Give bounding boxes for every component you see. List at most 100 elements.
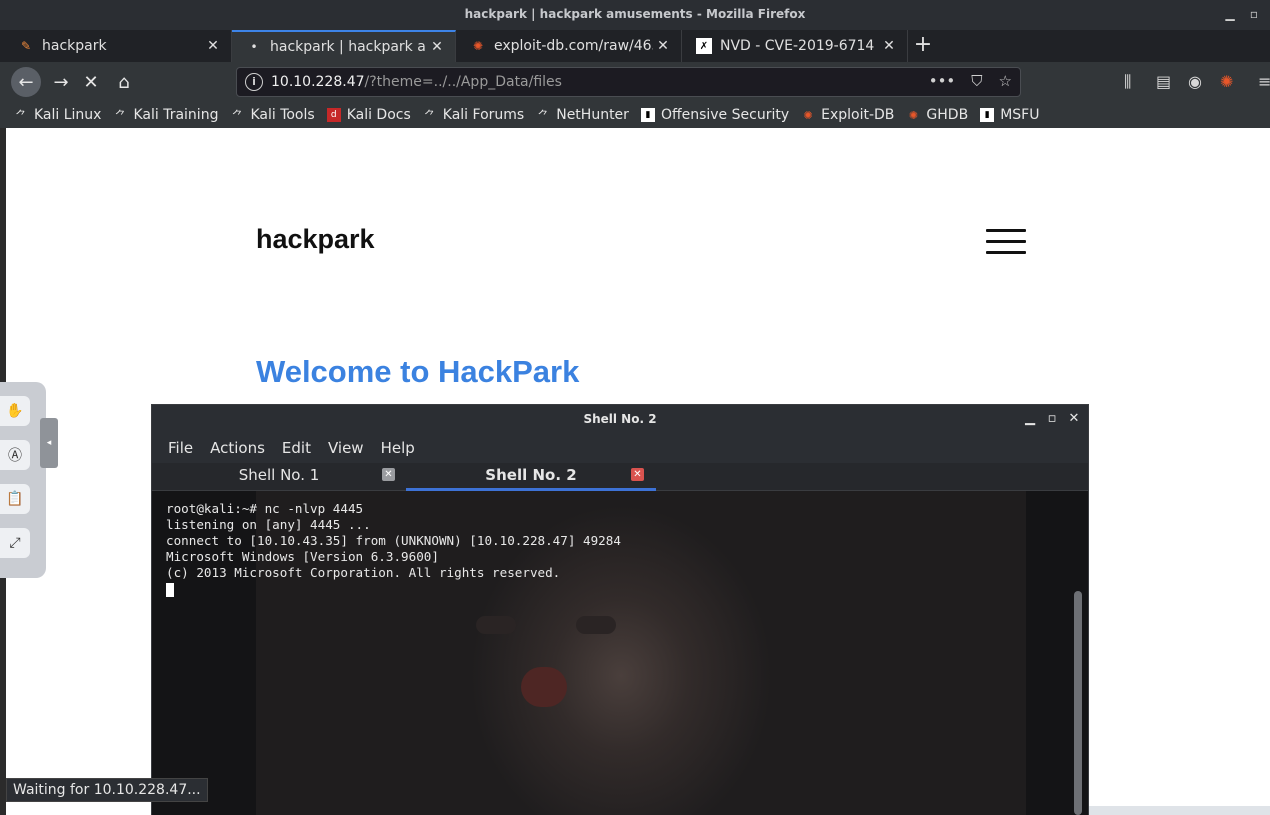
sidebar-icon[interactable]: ▤	[1156, 72, 1171, 91]
window-titlebar: hackpark | hackpark amusements - Mozilla…	[0, 0, 1270, 30]
fullscreen-icon[interactable]: ⤢	[0, 528, 30, 558]
close-icon[interactable]: ✕	[631, 468, 644, 481]
background-page-strip	[1089, 806, 1270, 815]
terminal-tab-shell-2[interactable]: Shell No. 2 ✕	[406, 463, 656, 491]
exploit-db-icon: ✺	[472, 39, 484, 53]
tab-hackpark[interactable]: ✎ hackpark ✕	[4, 30, 232, 62]
tab-label: NVD - CVE-2019-6714	[720, 38, 875, 54]
bookmark-exploit-db[interactable]: ✺ Exploit-DB	[801, 107, 895, 123]
msfu-icon: ▮	[980, 108, 995, 122]
clown-nose	[521, 667, 567, 707]
bookmark-label: Kali Training	[133, 107, 219, 123]
terminal-window: Shell No. 2 ▁ ▫ ✕ File Actions Edit View…	[151, 404, 1089, 815]
welcome-heading: Welcome to HackPark	[256, 354, 580, 389]
keyboard-icon[interactable]: Ⓐ	[0, 440, 30, 470]
terminal-screen[interactable]: root@kali:~# nc -nlvp 4445 listening on …	[152, 491, 1088, 815]
bookmark-label: Kali Forums	[442, 107, 525, 123]
tab-hackpark-amusements[interactable]: • hackpark | hackpark amusements ✕	[232, 30, 456, 62]
terminal-menubar: File Actions Edit View Help	[152, 433, 1088, 463]
library-icon[interactable]: ⫼	[1124, 72, 1131, 92]
docs-icon: d	[326, 108, 341, 122]
bookmark-offensive-security[interactable]: ▮ Offensive Security	[640, 107, 790, 123]
pen-icon: ✎	[20, 39, 32, 53]
close-tab-icon[interactable]: ✕	[653, 38, 673, 54]
extension-icon[interactable]: ✺	[1220, 72, 1233, 91]
url-bar[interactable]: i 10.10.228.47 /?theme=../../App_Data/fi…	[236, 67, 1021, 97]
tab-label: exploit-db.com/raw/46353	[494, 38, 653, 54]
bookmark-ghdb[interactable]: ✺ GHDB	[906, 107, 968, 123]
bookmark-kali-linux[interactable]: ⺈ Kali Linux	[14, 107, 102, 123]
terminal-maximize-button[interactable]: ▫	[1044, 411, 1060, 426]
panel-collapse-handle[interactable]: ◂	[40, 418, 58, 468]
close-icon[interactable]: ✕	[382, 468, 395, 481]
menu-view[interactable]: View	[328, 439, 364, 457]
bookmark-label: Kali Tools	[250, 107, 315, 123]
site-title[interactable]: hackpark	[256, 224, 375, 255]
bookmark-label: GHDB	[926, 107, 969, 123]
stop-button[interactable]: ✕	[76, 67, 106, 97]
new-tab-button[interactable]: +	[910, 30, 936, 62]
terminal-minimize-button[interactable]: ▁	[1022, 411, 1038, 426]
clown-eye	[576, 616, 616, 634]
menu-edit[interactable]: Edit	[282, 439, 311, 457]
menu-icon[interactable]: ≡	[1258, 72, 1270, 91]
bookmark-label: Kali Docs	[346, 107, 411, 123]
menu-file[interactable]: File	[168, 439, 193, 457]
bookmarks-toolbar: ⺈ Kali Linux ⺈ Kali Training ⺈ Kali Tools d…	[0, 102, 1270, 128]
status-text: Waiting for 10.10.228.47...	[6, 778, 208, 802]
terminal-tab-bar: Shell No. 1 ✕ Shell No. 2 ✕	[152, 463, 1088, 491]
clown-eye	[476, 616, 516, 634]
back-button[interactable]: ←	[11, 67, 41, 97]
tab-nvd[interactable]: ✗ NVD - CVE-2019-6714 ✕	[682, 30, 908, 62]
terminal-cursor	[166, 583, 174, 597]
terminal-output: root@kali:~# nc -nlvp 4445 listening on …	[166, 501, 621, 580]
floating-side-panel: ✋ Ⓐ 📋 ⤢	[0, 382, 46, 578]
terminal-title: Shell No. 2	[152, 405, 1088, 433]
terminal-tab-label: Shell No. 1	[238, 466, 320, 484]
hamburger-menu-icon[interactable]	[986, 229, 1026, 255]
exploit-db-icon: ✺	[803, 108, 813, 122]
page-actions-icon[interactable]: •••	[929, 72, 956, 90]
bookmark-kali-docs[interactable]: d Kali Docs	[326, 107, 411, 123]
minimize-button[interactable]: ▁	[1222, 6, 1238, 22]
maximize-button[interactable]: ▫	[1246, 6, 1262, 22]
dot-icon: •	[250, 40, 258, 54]
bookmark-label: Exploit-DB	[821, 107, 895, 123]
clipboard-icon[interactable]: 📋	[0, 484, 30, 514]
kali-dragon-icon: ⺈	[114, 109, 126, 122]
terminal-close-button[interactable]: ✕	[1066, 411, 1082, 426]
info-icon[interactable]: i	[245, 73, 263, 91]
hand-icon[interactable]: ✋	[0, 396, 30, 426]
bookmark-label: Offensive Security	[660, 107, 790, 123]
bookmark-kali-training[interactable]: ⺈ Kali Training	[113, 107, 218, 123]
kali-dragon-icon: ⺈	[15, 109, 27, 122]
kali-dragon-icon: ⺈	[424, 109, 436, 122]
close-tab-icon[interactable]: ✕	[427, 39, 447, 55]
url-path: /?theme=../../App_Data/files	[364, 74, 562, 90]
account-icon[interactable]: ◉	[1188, 72, 1202, 91]
terminal-scrollbar[interactable]	[1074, 591, 1082, 815]
nethunter-icon: ⺈	[537, 109, 549, 122]
tab-label: hackpark | hackpark amusements	[270, 39, 427, 55]
pocket-icon[interactable]: ⛉	[971, 72, 982, 90]
tab-strip: ✎ hackpark ✕ • hackpark | hackpark amuse…	[0, 30, 1270, 62]
bookmark-star-icon[interactable]: ☆	[999, 72, 1012, 90]
menu-actions[interactable]: Actions	[210, 439, 265, 457]
bookmark-kali-forums[interactable]: ⺈ Kali Forums	[423, 107, 524, 123]
bookmark-msfu[interactable]: ▮ MSFU	[980, 107, 1039, 123]
menu-help[interactable]: Help	[381, 439, 415, 457]
close-tab-icon[interactable]: ✕	[879, 38, 899, 54]
close-tab-icon[interactable]: ✕	[203, 38, 223, 54]
offsec-icon: ▮	[640, 108, 655, 122]
bookmark-kali-tools[interactable]: ⺈ Kali Tools	[230, 107, 315, 123]
nvd-icon: ✗	[696, 38, 712, 54]
terminal-tab-shell-1[interactable]: Shell No. 1 ✕	[152, 463, 406, 491]
tab-exploit-db[interactable]: ✺ exploit-db.com/raw/46353 ✕	[456, 30, 682, 62]
kali-dragon-icon: ⺈	[231, 109, 243, 122]
home-button[interactable]: ⌂	[109, 67, 139, 97]
bookmark-label: Kali Linux	[34, 107, 102, 123]
bookmark-nethunter[interactable]: ⺈ NetHunter	[536, 107, 629, 123]
navigation-bar: ← → ✕ ⌂ i 10.10.228.47 /?theme=../../App…	[0, 62, 1270, 102]
forward-button[interactable]: →	[46, 67, 76, 97]
url-host: 10.10.228.47	[271, 74, 365, 90]
